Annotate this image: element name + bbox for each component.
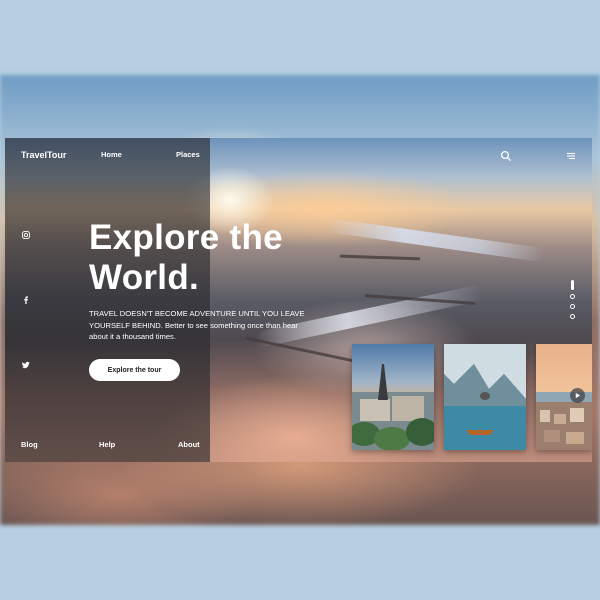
facebook-icon[interactable] xyxy=(21,295,31,305)
slider-dot[interactable] xyxy=(569,304,575,309)
play-icon[interactable] xyxy=(570,388,585,403)
explore-tour-button[interactable]: Explore the tour xyxy=(89,359,180,381)
bridge-decoration xyxy=(339,254,421,261)
nav-places[interactable]: Places xyxy=(176,150,200,159)
menu-icon[interactable] xyxy=(565,149,577,161)
instagram-icon[interactable] xyxy=(21,230,31,240)
slider-dots xyxy=(568,280,576,324)
slider-dot-active[interactable] xyxy=(570,280,574,290)
hero-description-line: YOURSELF BEHIND. Better to see something… xyxy=(89,320,298,330)
left-panel xyxy=(5,138,210,462)
footer-about-link[interactable]: About xyxy=(178,440,200,449)
hero-card: TravelTour Home Places Explore the World… xyxy=(5,138,592,462)
slider-dot[interactable] xyxy=(569,314,575,319)
hero-description: TRAVEL DOESN'T BECOME ADVENTURE UNTIL YO… xyxy=(89,308,339,343)
brand-logo[interactable]: TravelTour xyxy=(21,150,66,160)
hero-description-line: TRAVEL DOESN'T BECOME ADVENTURE UNTIL YO… xyxy=(89,309,305,318)
thumbnail-mountain-lake[interactable] xyxy=(444,344,526,450)
slider-dot[interactable] xyxy=(569,294,575,299)
footer-blog-link[interactable]: Blog xyxy=(21,440,38,449)
search-icon[interactable] xyxy=(500,149,512,161)
nav-home[interactable]: Home xyxy=(101,150,122,159)
thumbnail-paris[interactable] xyxy=(352,344,434,450)
twitter-icon[interactable] xyxy=(21,360,31,370)
footer-help-link[interactable]: Help xyxy=(99,440,115,449)
hero-description-line: about it a thousand times. xyxy=(89,332,176,341)
hero-title-line: Explore the xyxy=(89,218,283,257)
hero-title: Explore the World. xyxy=(89,218,283,298)
hero-title-line: World. xyxy=(89,258,200,297)
